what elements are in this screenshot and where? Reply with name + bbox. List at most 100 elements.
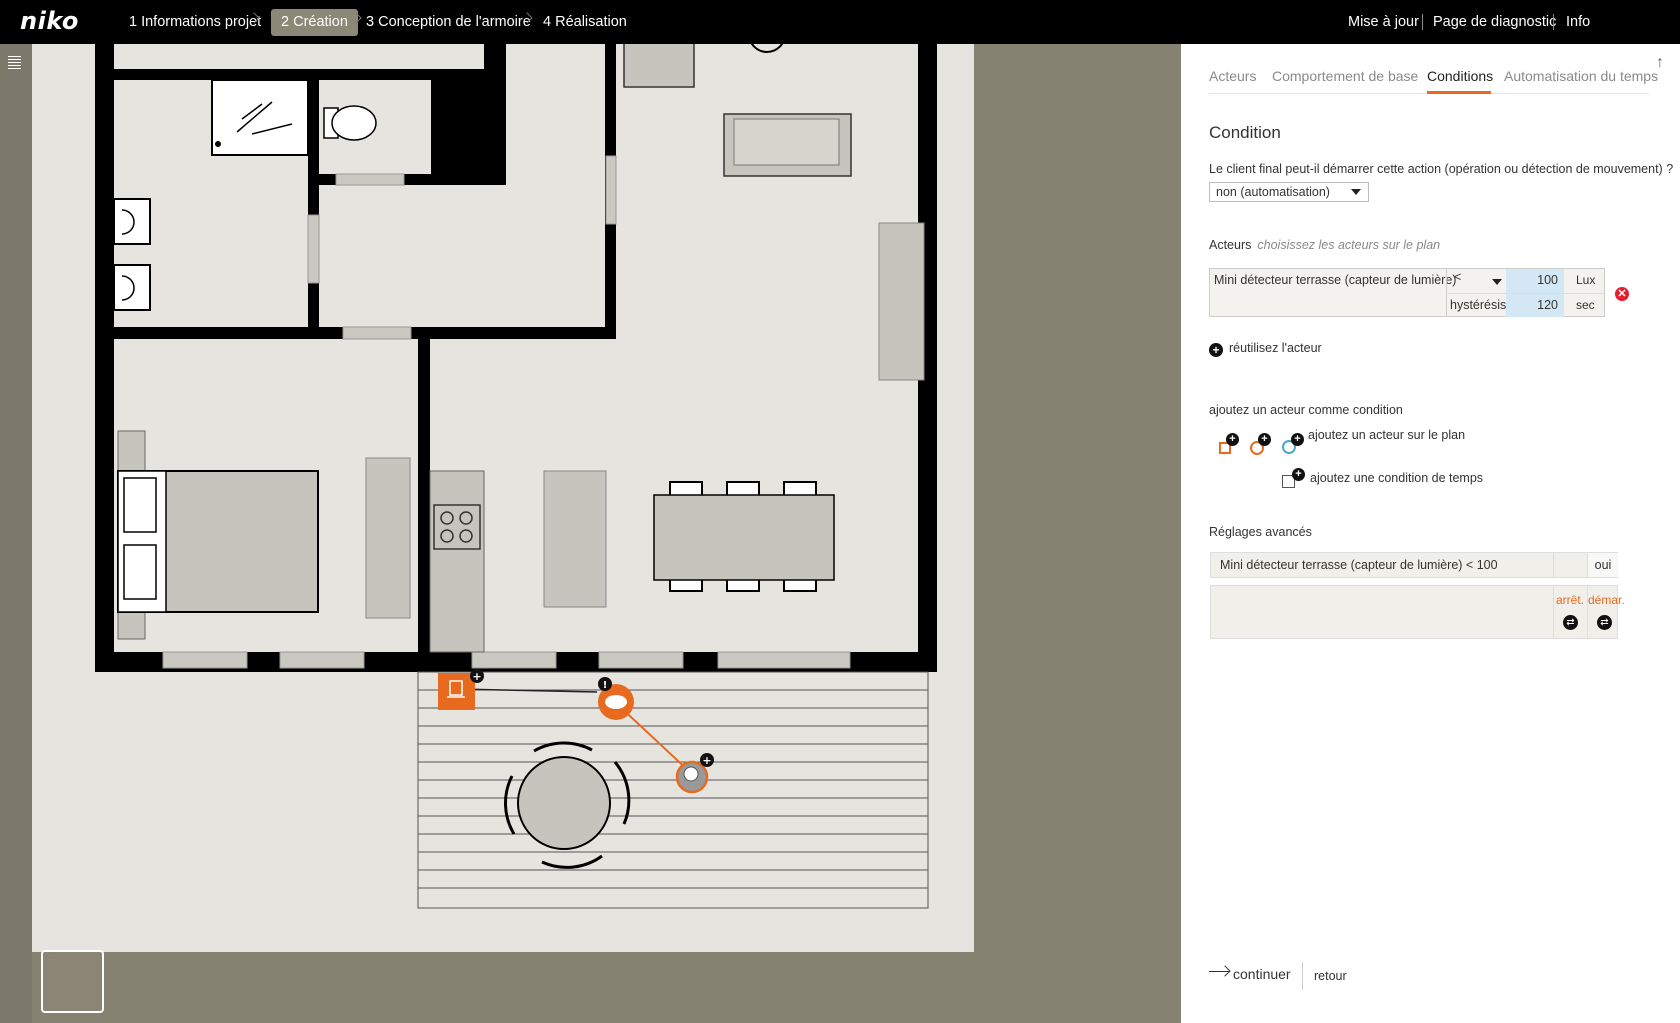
chevron-down-icon [1351, 189, 1361, 195]
window [598, 651, 684, 669]
step-realisation[interactable]: 4 Réalisation [543, 0, 627, 44]
actor-condition-row: Mini détecteur terrasse (capteur de lumi… [1209, 268, 1605, 317]
start-label: démar. [1588, 593, 1625, 607]
hysteresis-value: 120 [1537, 298, 1558, 312]
door [307, 214, 320, 284]
shower [211, 79, 309, 156]
sink [113, 198, 151, 245]
tab-acteurs[interactable]: Acteurs [1209, 68, 1256, 84]
threshold-unit: Lux [1576, 273, 1596, 287]
divider [1302, 962, 1303, 990]
advanced-condition-row: Mini détecteur terrasse (capteur de lumi… [1210, 552, 1618, 578]
add-condition-title: ajoutez un acteur comme condition [1209, 403, 1403, 417]
actor-name[interactable]: Mini détecteur terrasse (capteur de lumi… [1214, 269, 1456, 291]
add-actor-on-plan-link[interactable]: ajoutez un acteur sur le plan [1308, 428, 1465, 442]
hysteresis-unit: sec [1576, 298, 1595, 312]
window [717, 651, 851, 669]
divider [1446, 294, 1447, 317]
inner-wall [431, 80, 442, 185]
dining-table [653, 481, 835, 592]
remove-circle-icon[interactable]: ✕ [1615, 287, 1629, 301]
actors-hint: choisissez les acteurs sur le plan [1257, 238, 1441, 252]
divider [1422, 14, 1423, 30]
door [605, 155, 617, 225]
add-time-condition-link[interactable]: ajoutez une condition de temps [1310, 471, 1483, 485]
link-page-diagnostic[interactable]: Page de diagnostic [1433, 0, 1556, 44]
kitchen-counter [429, 470, 485, 653]
plus-circle-icon: + [1209, 343, 1223, 357]
actors-title: Acteurs [1209, 238, 1252, 252]
actors-label: Acteurs choisissez les acteurs sur le pla… [1209, 238, 1440, 252]
step-conception-armoire[interactable]: 3 Conception de l'armoire [366, 0, 531, 44]
floor-plan-canvas[interactable]: + ! + [32, 44, 1017, 996]
window [279, 651, 365, 669]
svg-text:!: ! [603, 680, 608, 691]
operator-value: < [1454, 270, 1462, 284]
advanced-settings-title: Réglages avancés [1209, 525, 1312, 539]
continue-label: continuer [1233, 966, 1291, 982]
open-passage [616, 326, 918, 340]
cabinet [878, 222, 925, 381]
start-mode-value: non (automatisation) [1216, 185, 1330, 199]
arrow-right-icon [1209, 970, 1229, 972]
swap-icon[interactable]: ⇄ [1563, 615, 1578, 630]
hysteresis-input[interactable]: 120 [1506, 294, 1564, 317]
door [342, 326, 412, 340]
start-mode-select[interactable]: non (automatisation) [1209, 182, 1369, 202]
room [114, 44, 484, 69]
reuse-actor-label: réutilisez l'acteur [1229, 341, 1322, 355]
divider [1553, 586, 1554, 638]
start-question-label: Le client final peut-il démarrer cette a… [1209, 162, 1674, 176]
window [471, 651, 557, 669]
top-navigation-bar: niko 1 Informations projet 2 Création 3 … [0, 0, 1680, 44]
kitchen-island [543, 470, 607, 608]
divider [1553, 14, 1554, 30]
inner-wall [308, 80, 319, 327]
advanced-condition-value[interactable]: oui [1587, 553, 1618, 577]
svg-text:+: + [702, 754, 711, 767]
link-info[interactable]: Info [1566, 0, 1590, 44]
advanced-actions-box: arrêt. démar. ⇄ ⇄ [1210, 585, 1625, 639]
plus-circle-icon: + [1258, 433, 1271, 446]
furniture [623, 44, 695, 88]
tab-conditions[interactable]: Conditions [1427, 68, 1493, 84]
section-title-condition: Condition [1209, 123, 1281, 142]
wardrobe [365, 457, 411, 619]
terrace [417, 671, 929, 909]
tab-automatisation-du-temps[interactable]: Automatisation du temps [1504, 68, 1658, 84]
cooktop [433, 504, 481, 550]
inner-wall [418, 328, 430, 652]
door [335, 173, 405, 186]
back-button[interactable]: retour [1314, 969, 1347, 983]
reuse-actor-button[interactable]: + réutilisez l'acteur [1209, 341, 1322, 357]
step-creation[interactable]: 2 Création [271, 9, 358, 36]
properties-panel: ↑ Acteurs Comportement de base Condition… [1181, 44, 1680, 1023]
active-tab-indicator [1427, 91, 1491, 94]
stop-label: arrêt. [1556, 593, 1585, 607]
left-toolbar [0, 44, 32, 1023]
threshold-input[interactable]: 100 [1506, 269, 1564, 293]
plus-circle-icon: + [1291, 433, 1304, 446]
operator-select[interactable]: < [1446, 269, 1506, 293]
plus-circle-icon: + [1292, 468, 1305, 481]
niko-logo[interactable]: niko [20, 7, 79, 35]
hysteresis-label: hystérésis [1450, 298, 1507, 312]
tab-comportement-de-base[interactable]: Comportement de base [1272, 68, 1418, 84]
link-mise-a-jour[interactable]: Mise à jour [1348, 0, 1419, 44]
threshold-value: 100 [1537, 273, 1558, 287]
nightstand [117, 430, 146, 472]
inner-wall [114, 69, 506, 80]
window [162, 651, 248, 669]
swap-icon[interactable]: ⇄ [1597, 615, 1612, 630]
chevron-down-icon [1492, 279, 1502, 285]
plus-circle-icon: + [1226, 433, 1239, 446]
advanced-condition-text: Mini détecteur terrasse (capteur de lumi… [1220, 558, 1498, 572]
room-hall [319, 185, 605, 327]
continue-button[interactable]: continuer [1209, 966, 1291, 982]
step-informations-projet[interactable]: 1 Informations projet [129, 0, 261, 44]
svg-text:+: + [472, 670, 481, 683]
hamburger-icon[interactable] [8, 56, 21, 72]
minimap[interactable] [41, 950, 104, 1013]
sink [113, 264, 151, 311]
divider [1553, 553, 1554, 577]
